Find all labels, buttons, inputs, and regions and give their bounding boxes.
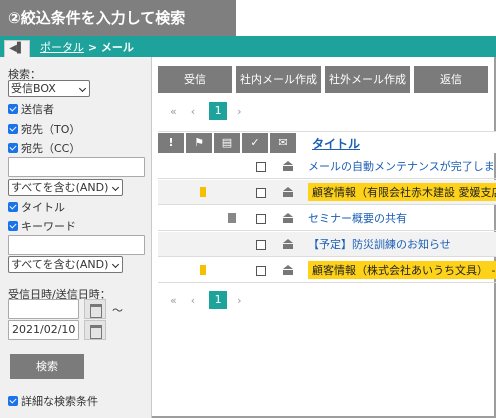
instruction-caption: ②絞込条件を入力して検索 — [0, 0, 236, 36]
check-sender-label: 送信者 — [21, 103, 54, 116]
breadcrumb: ポータル > メール — [40, 39, 134, 55]
checkbox-icon[interactable] — [8, 202, 18, 212]
pager-top: « ‹ 1 › — [170, 102, 256, 120]
check-keyword-label: キーワード — [21, 220, 76, 233]
checkbox-icon[interactable] — [8, 124, 18, 134]
date-to-input[interactable]: 2021/02/10 — [8, 320, 79, 340]
flag-header-icon[interactable]: ⚑ — [186, 133, 212, 153]
flag-icon[interactable] — [200, 265, 206, 278]
mail-subject[interactable]: セミナー概要の共有 — [308, 210, 496, 226]
memo-icon[interactable] — [228, 213, 236, 223]
address-match-select[interactable]: すべてを含む(AND) — [8, 179, 123, 196]
mail-subject[interactable]: 顧客情報（有限会社赤木建設 愛媛支店） — [308, 183, 496, 201]
compose-internal-button[interactable]: 社内メール作成 — [236, 66, 321, 93]
row-checkbox[interactable] — [256, 188, 266, 198]
keyword-input[interactable] — [8, 235, 145, 255]
reply-button[interactable]: 返信 — [414, 66, 488, 93]
envelope-open-icon — [282, 187, 294, 197]
folder-select[interactable]: 受信BOX — [8, 80, 90, 97]
row-checkbox[interactable] — [256, 214, 266, 224]
row-checkbox[interactable] — [256, 240, 266, 250]
envelope-open-icon — [282, 161, 294, 171]
envelope-open-icon — [282, 239, 294, 249]
breadcrumb-separator: > — [87, 41, 98, 54]
checkbox-icon[interactable] — [8, 396, 18, 406]
breadcrumb-current: メール — [100, 41, 134, 54]
flag-icon[interactable] — [200, 187, 206, 200]
pager-bottom: « ‹ 1 › — [170, 291, 256, 309]
table-row[interactable]: セミナー概要の共有 — [158, 206, 496, 231]
select-all-header[interactable]: ✓ — [242, 133, 268, 153]
date-range-tilde: ～ — [112, 304, 123, 317]
keyword-match-select[interactable]: すべてを含む(AND) — [8, 256, 123, 273]
memo-header-icon[interactable]: ▤ — [214, 133, 240, 153]
mail-subject[interactable]: メールの自動メンテナンスが完了しました — [308, 158, 496, 174]
check-keyword[interactable]: キーワード — [8, 218, 76, 234]
table-row[interactable]: 顧客情報（株式会社あいうち文具） - S — [158, 258, 496, 283]
check-to[interactable]: 宛先（TO） — [8, 121, 80, 137]
check-cc[interactable]: 宛先（CC） — [8, 140, 80, 156]
row-checkbox[interactable] — [256, 266, 266, 276]
first-page-icon[interactable]: « — [170, 105, 177, 118]
prev-page-icon[interactable]: ‹ — [191, 105, 195, 118]
breadcrumb-portal-link[interactable]: ポータル — [40, 41, 84, 54]
header-bar: ◀▌ ポータル > メール — [0, 36, 496, 57]
check-sender[interactable]: 送信者 — [8, 101, 54, 117]
check-advanced[interactable]: 詳細な検索条件 — [8, 393, 98, 409]
check-title-label: タイトル — [21, 201, 65, 214]
first-page-icon[interactable]: « — [170, 294, 177, 307]
importance-header[interactable]: ! — [158, 133, 184, 153]
check-to-label: 宛先（TO） — [21, 123, 81, 136]
compose-external-button[interactable]: 社外メール作成 — [325, 66, 410, 93]
table-row[interactable]: メールの自動メンテナンスが完了しました — [158, 154, 496, 179]
date-from-input[interactable] — [8, 299, 79, 319]
checkbox-icon[interactable] — [8, 221, 18, 231]
table-header: ! ⚑ ▤ ✓ ✉ タイトル — [158, 131, 496, 153]
envelope-open-icon — [282, 265, 294, 275]
mail-subject[interactable]: 【予定】防災訓練のお知らせ — [308, 236, 496, 252]
table-row[interactable]: 【予定】防災訓練のお知らせ — [158, 232, 496, 257]
page-number[interactable]: 1 — [209, 102, 228, 120]
check-title[interactable]: タイトル — [8, 199, 65, 215]
prev-page-icon[interactable]: ‹ — [191, 294, 195, 307]
calendar-icon[interactable] — [84, 320, 106, 340]
checkbox-icon[interactable] — [8, 104, 18, 114]
envelope-header-icon[interactable]: ✉ — [270, 133, 296, 153]
checkbox-icon[interactable] — [8, 143, 18, 153]
collapse-sidebar-icon[interactable]: ◀▌ — [4, 40, 30, 57]
check-advanced-label: 詳細な検索条件 — [21, 395, 98, 408]
next-page-icon[interactable]: › — [237, 105, 241, 118]
receive-button[interactable]: 受信 — [158, 66, 232, 93]
mail-subject[interactable]: 顧客情報（株式会社あいうち文具） - S — [308, 261, 496, 279]
calendar-icon[interactable] — [84, 299, 106, 319]
next-page-icon[interactable]: › — [237, 294, 241, 307]
envelope-open-icon — [282, 213, 294, 223]
page-number[interactable]: 1 — [209, 291, 228, 309]
address-input[interactable] — [8, 157, 145, 177]
title-column-header[interactable]: タイトル — [312, 135, 360, 152]
row-checkbox[interactable] — [256, 162, 266, 172]
check-cc-label: 宛先（CC） — [21, 142, 81, 155]
search-button[interactable]: 検索 — [10, 354, 84, 379]
table-row[interactable]: 顧客情報（有限会社赤木建設 愛媛支店） — [158, 180, 496, 205]
